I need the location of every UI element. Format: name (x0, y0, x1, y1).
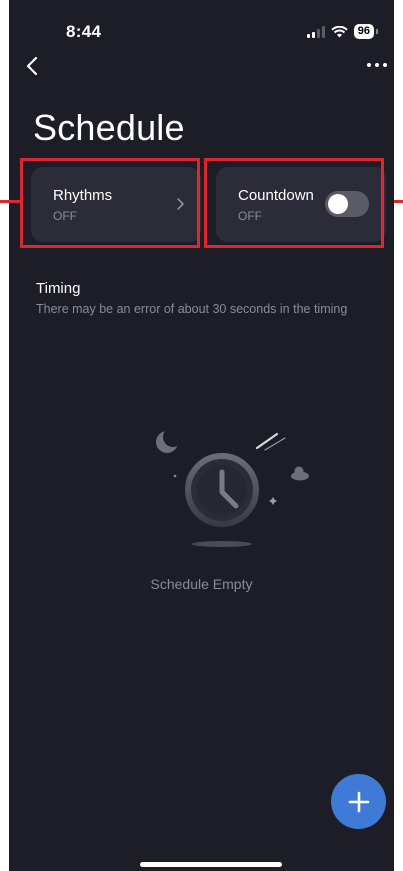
shooting-star-icon (255, 432, 286, 451)
status-icons: 96 (306, 24, 379, 39)
cloud-icon (291, 466, 309, 481)
page-title: Schedule (33, 107, 185, 148)
battery-indicator: 96 (353, 24, 379, 39)
moon-icon (156, 427, 183, 453)
highlight-connector-right (394, 200, 403, 203)
empty-state-text: Schedule Empty (150, 576, 253, 592)
plus-icon (348, 791, 369, 812)
clock-illustration (156, 427, 309, 547)
highlight-connector-left (0, 200, 20, 203)
back-icon[interactable] (23, 55, 43, 77)
signal-icon (306, 25, 325, 38)
wifi-icon (331, 25, 348, 37)
timing-title: Timing (36, 280, 81, 297)
status-time: 8:44 (66, 22, 102, 41)
timing-note: There may be an error of about 30 second… (36, 302, 348, 316)
highlight-box-rhythms (20, 158, 200, 248)
clock-icon (185, 453, 259, 547)
add-schedule-button[interactable] (331, 774, 386, 829)
app-screen: 8:44 96 Schedule Rhythms OFF Countdown O… (9, 0, 394, 871)
home-indicator[interactable] (140, 862, 282, 867)
highlight-box-countdown (204, 158, 384, 248)
more-icon[interactable] (364, 58, 390, 72)
